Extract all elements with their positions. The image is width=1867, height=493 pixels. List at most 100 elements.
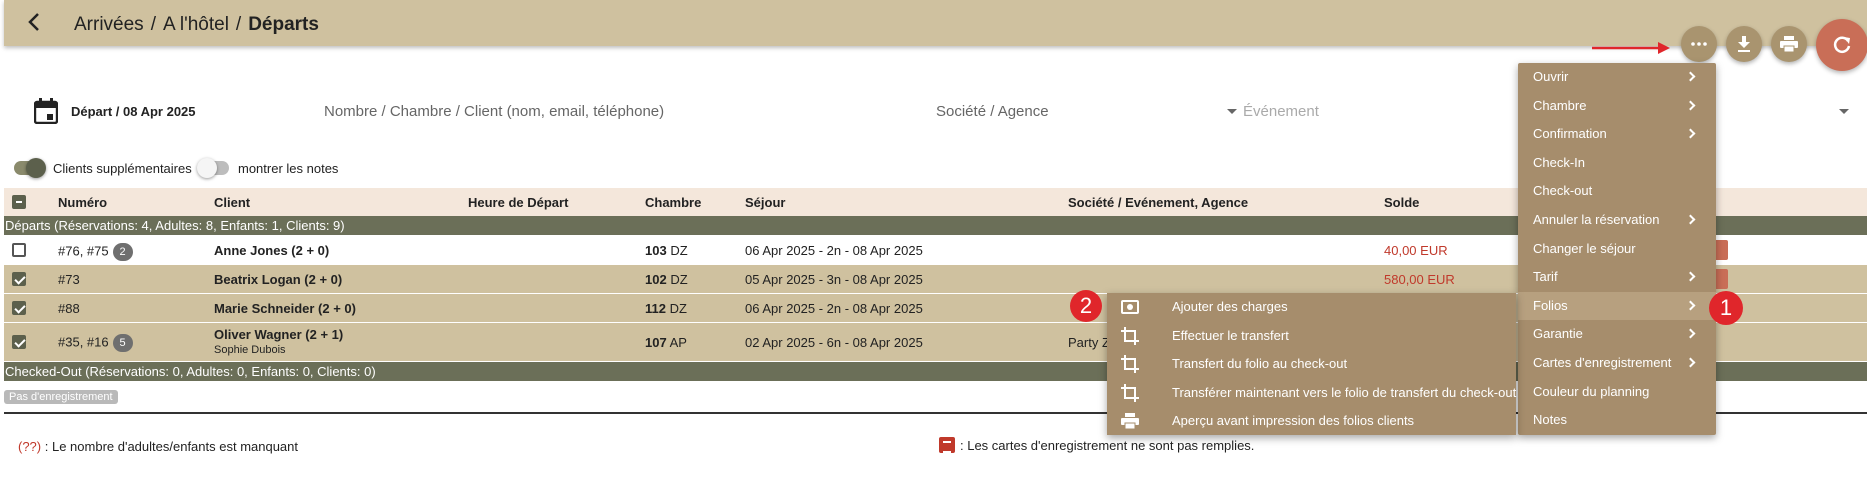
menu-item-folios[interactable]: Folios	[1518, 291, 1716, 320]
chevron-right-icon	[1685, 271, 1696, 282]
event-select[interactable]: Événement	[1243, 103, 1319, 120]
folios-submenu: Ajouter des charges Effectuer le transfe…	[1107, 293, 1516, 435]
row-stay: 05 Apr 2025 - 3n - 08 Apr 2025	[745, 272, 923, 287]
row-balance: 580,00 EUR	[1384, 272, 1455, 287]
menu-item-tarif[interactable]: Tarif	[1518, 263, 1716, 291]
row-room: 112 DZ	[645, 301, 687, 316]
menu-item-garantie[interactable]: Garantie	[1518, 320, 1716, 348]
chevron-left-icon	[28, 13, 39, 31]
row-number: #35, #16 5	[58, 334, 133, 352]
date-filter[interactable]: Départ / 08 Apr 2025	[71, 104, 196, 119]
row-room: 102 DZ	[645, 272, 688, 287]
registration-card-icon[interactable]	[1714, 240, 1728, 260]
row-checkbox[interactable]	[12, 243, 26, 257]
select-all-checkbox[interactable]	[12, 195, 26, 209]
menu-item-ouvrir[interactable]: Ouvrir	[1518, 63, 1716, 91]
row-number: #73	[58, 272, 80, 287]
count-badge: 5	[112, 334, 133, 352]
breadcrumb-current: Départs	[248, 14, 319, 35]
row-client: Anne Jones (2 + 0)	[214, 243, 330, 258]
toggle-knob	[197, 158, 217, 178]
col-societe[interactable]: Société / Evénement, Agence	[1068, 195, 1248, 210]
row-room: 107 AP	[645, 335, 687, 350]
menu-item-annuler[interactable]: Annuler la réservation	[1518, 206, 1716, 234]
row-checkbox[interactable]	[12, 272, 26, 286]
menu-item-confirmation[interactable]: Confirmation	[1518, 120, 1716, 148]
annotation-badge-1: 1	[1709, 291, 1743, 325]
top-bar: Arrivées / A l'hôtel / Départs	[4, 0, 1867, 46]
extra-clients-label: Clients supplémentaires	[53, 161, 192, 176]
chevron-right-icon	[1685, 214, 1696, 225]
calendar-icon[interactable]	[34, 98, 58, 124]
menu-item-changer-sejour[interactable]: Changer le séjour	[1518, 235, 1716, 263]
menu-item-chambre[interactable]: Chambre	[1518, 92, 1716, 120]
row-checkbox[interactable]	[12, 335, 26, 349]
search-input[interactable]: Nombre / Chambre / Client (nom, email, t…	[324, 103, 664, 120]
show-notes-toggle[interactable]	[197, 158, 229, 178]
no-registration-badge: Pas d'enregistrement	[4, 390, 118, 404]
row-client: Oliver Wagner (2 + 1)	[214, 327, 344, 342]
legend-cards: : Les cartes d'enregistrement ne sont pa…	[939, 437, 1254, 453]
row-company: Party Z	[1068, 335, 1110, 350]
chevron-right-icon	[1685, 100, 1696, 111]
toggle-knob	[26, 158, 46, 178]
submenu-apercu-impression[interactable]: Aperçu avant impression des folios clien…	[1107, 407, 1516, 435]
download-icon	[1738, 36, 1750, 52]
registration-card-icon[interactable]	[1714, 269, 1728, 289]
count-badge: 2	[112, 243, 133, 261]
breadcrumb-hotel[interactable]: A l'hôtel	[163, 14, 229, 35]
submenu-effectuer-transfert[interactable]: Effectuer le transfert	[1107, 322, 1516, 350]
annotation-arrow	[1592, 42, 1670, 54]
breadcrumb-arrivees[interactable]: Arrivées	[74, 14, 144, 35]
row-client: Marie Schneider (2 + 0)	[214, 301, 356, 316]
company-input[interactable]: Société / Agence	[936, 103, 1049, 120]
company-dropdown-caret[interactable]	[1227, 109, 1237, 114]
crop-icon	[1121, 355, 1139, 373]
row-number: #88	[58, 301, 80, 316]
col-solde[interactable]: Solde	[1384, 195, 1419, 210]
menu-item-check-in[interactable]: Check-In	[1518, 149, 1716, 177]
download-button[interactable]	[1726, 26, 1762, 62]
crop-icon	[1121, 326, 1139, 345]
print-icon	[1121, 413, 1139, 430]
submenu-ajouter-charges[interactable]: Ajouter des charges	[1107, 293, 1516, 321]
row-client: Beatrix Logan (2 + 0)	[214, 272, 343, 287]
print-button[interactable]	[1771, 26, 1807, 62]
legend-missing: (??) : Le nombre d'adultes/enfants est m…	[18, 439, 299, 454]
chevron-right-icon	[1685, 300, 1696, 311]
col-heure-depart[interactable]: Heure de Départ	[468, 195, 568, 210]
row-balance: 40,00 EUR	[1384, 243, 1448, 258]
refresh-button[interactable]	[1816, 19, 1867, 71]
row-stay: 06 Apr 2025 - 2n - 08 Apr 2025	[745, 301, 923, 316]
crop-icon	[1121, 383, 1139, 402]
event-dropdown-caret[interactable]	[1839, 109, 1849, 114]
chevron-right-icon	[1685, 328, 1696, 339]
submenu-transferer-maintenant[interactable]: Transférer maintenant vers le folio de t…	[1107, 379, 1516, 407]
col-client[interactable]: Client	[214, 195, 250, 210]
show-notes-label: montrer les notes	[238, 161, 339, 176]
print-icon	[1780, 36, 1798, 52]
menu-item-check-out[interactable]: Check-out	[1518, 177, 1716, 205]
context-menu: Ouvrir Chambre Confirmation Check-In Che…	[1518, 63, 1716, 435]
row-number: #76, #75 2	[58, 243, 133, 261]
breadcrumb: Arrivées / A l'hôtel / Départs	[74, 14, 319, 36]
col-chambre[interactable]: Chambre	[645, 195, 701, 210]
add-charges-icon	[1121, 300, 1139, 314]
submenu-transfert-folio[interactable]: Transfert du folio au check-out	[1107, 350, 1516, 378]
menu-item-cartes[interactable]: Cartes d'enregistrement	[1518, 349, 1716, 377]
menu-item-couleur[interactable]: Couleur du planning	[1518, 378, 1716, 406]
extra-clients-toggle[interactable]	[14, 158, 46, 178]
breadcrumb-separator: /	[150, 14, 156, 35]
menu-item-notes[interactable]: Notes	[1518, 406, 1716, 434]
back-button[interactable]	[22, 10, 46, 34]
more-horiz-icon	[1691, 42, 1707, 46]
annotation-badge-2: 2	[1070, 290, 1102, 322]
col-sejour[interactable]: Séjour	[745, 195, 785, 210]
refresh-icon	[1833, 36, 1851, 53]
row-checkbox[interactable]	[12, 301, 26, 315]
breadcrumb-separator: /	[235, 14, 242, 35]
row-room: 103 DZ	[645, 243, 688, 258]
more-button[interactable]	[1681, 26, 1717, 62]
row-stay: 02 Apr 2025 - 6n - 08 Apr 2025	[745, 335, 923, 350]
col-numero[interactable]: Numéro	[58, 195, 107, 210]
